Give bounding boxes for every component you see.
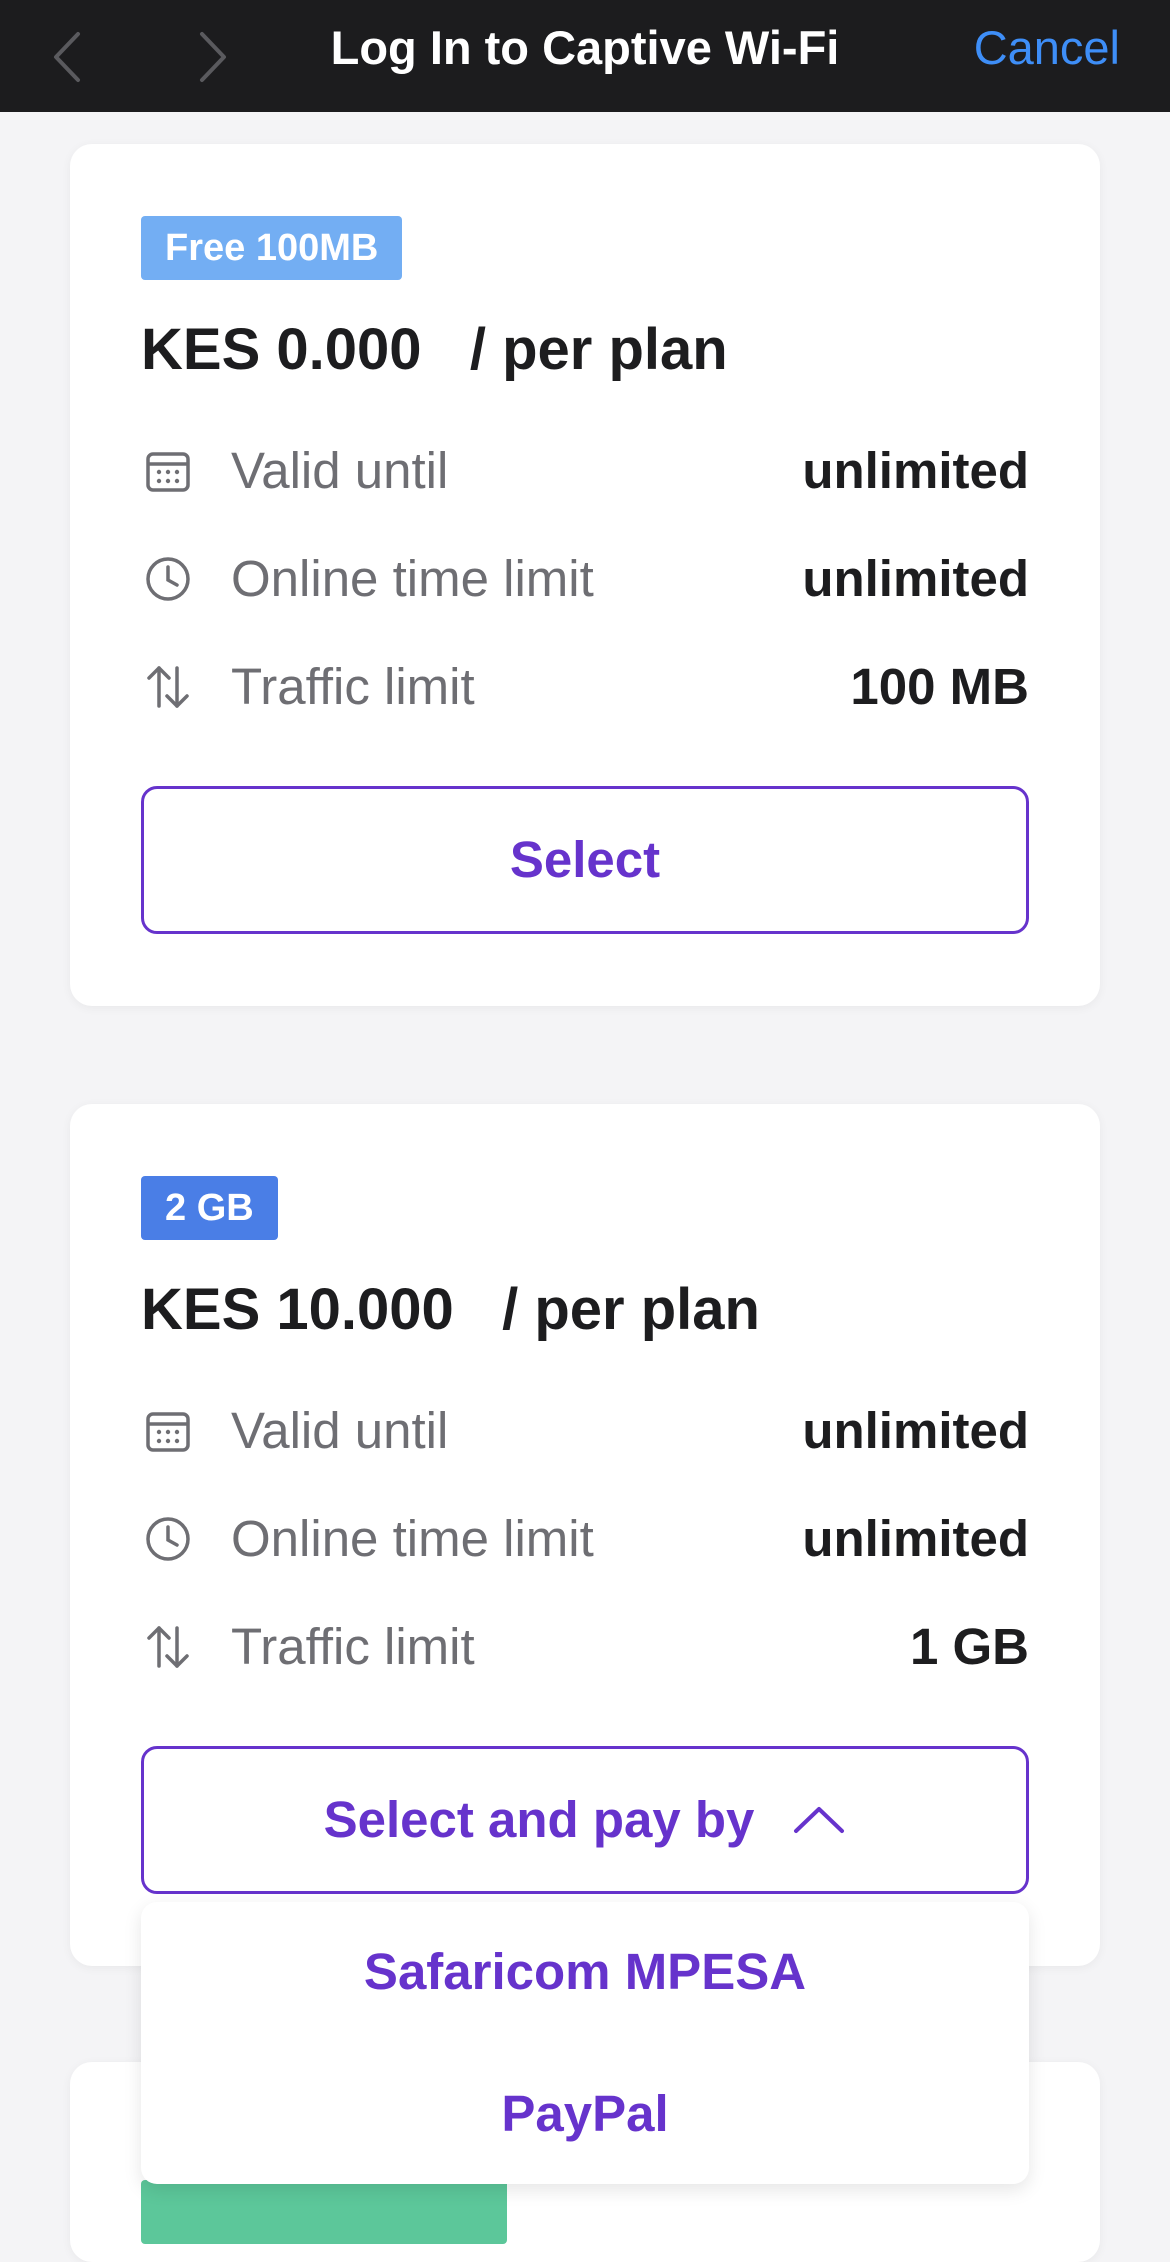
plan-price: KES 10.000 / per plan xyxy=(141,1277,760,1342)
traffic-limit-label: Traffic limit xyxy=(231,1618,475,1675)
cancel-button[interactable]: Cancel xyxy=(974,0,1120,100)
plan-badge: Free 100MB xyxy=(141,216,403,280)
valid-until-value: unlimited xyxy=(802,1402,1029,1459)
plan-card-free: Free 100MB KES 0.000 / per plan Valid un… xyxy=(70,144,1100,1006)
select-and-pay-button[interactable]: Select and pay by xyxy=(141,1746,1029,1894)
clock-icon xyxy=(146,1517,190,1561)
online-time-row: Online time limit unlimited xyxy=(141,1504,1029,1574)
select-and-pay-label: Select and pay by xyxy=(323,1791,755,1848)
menu-item-paypal[interactable]: PayPal xyxy=(141,2044,1029,2184)
clock-icon xyxy=(146,557,190,601)
traffic-limit-value: 1 GB xyxy=(909,1618,1029,1675)
plan-card-2gb: 2 GB KES 10.000 / per plan Valid until u… xyxy=(70,1104,1100,1966)
online-time-value: unlimited xyxy=(802,550,1029,607)
valid-until-label: Valid until xyxy=(231,442,449,499)
up-down-arrows-icon xyxy=(147,666,189,708)
up-down-arrows-icon xyxy=(147,1626,189,1668)
menu-item-safaricom-mpesa[interactable]: Safaricom MPESA xyxy=(141,1902,1029,2042)
navigation-bar: Log In to Captive Wi-Fi Cancel xyxy=(0,0,1170,112)
online-time-label: Online time limit xyxy=(231,1510,594,1567)
traffic-limit-value: 100 MB xyxy=(850,658,1029,715)
valid-until-row: Valid until unlimited xyxy=(141,1396,1029,1466)
valid-until-value: unlimited xyxy=(802,442,1029,499)
chevron-up-icon xyxy=(794,1806,845,1833)
payment-method-menu: Safaricom MPESA PayPal xyxy=(141,1902,1029,2184)
calendar-icon xyxy=(146,1412,190,1452)
select-button[interactable]: Select xyxy=(141,786,1029,934)
traffic-limit-row: Traffic limit 100 MB xyxy=(141,652,1029,722)
online-time-row: Online time limit unlimited xyxy=(141,544,1029,614)
valid-until-row: Valid until unlimited xyxy=(141,436,1029,506)
online-time-value: unlimited xyxy=(802,1510,1029,1567)
calendar-icon xyxy=(146,452,190,492)
valid-until-label: Valid until xyxy=(231,1402,449,1459)
online-time-label: Online time limit xyxy=(231,550,594,607)
plan-badge: 2 GB xyxy=(141,1176,278,1240)
plan-price: KES 0.000 / per plan xyxy=(141,317,728,382)
plan-badge xyxy=(141,2180,507,2244)
traffic-limit-row: Traffic limit 1 GB xyxy=(141,1612,1029,1682)
traffic-limit-label: Traffic limit xyxy=(231,658,475,715)
